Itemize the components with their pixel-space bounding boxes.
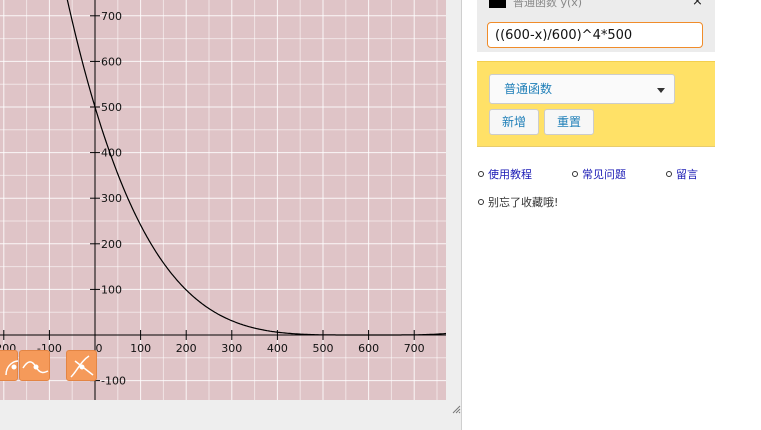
message-link-label: 留言 [676,168,698,181]
y-tick-label: 600 [101,55,122,68]
y-tick-label: -100 [101,375,126,388]
bookmark-reminder-text: 别忘了收藏哦! [488,196,559,209]
bullet-icon [478,199,484,205]
x-tick-label: 200 [176,342,197,355]
reset-button[interactable]: 重置 [544,109,594,135]
x-tick-label: 400 [267,342,288,355]
add-button[interactable]: 新增 [489,109,539,135]
close-icon[interactable]: × [692,0,703,9]
y-tick-label: 200 [101,238,122,251]
function-options: 普通函数 新增 重置 [477,61,715,147]
x-tick-label: 500 [313,342,334,355]
function-type-label: 普通函数 [504,82,553,96]
curve-point-tool-button[interactable] [19,350,50,381]
bullet-icon [666,171,672,177]
function-title: 普通函数 y(x) [513,0,583,9]
function-expression-input[interactable] [487,22,703,48]
faq-link[interactable]: 常见问题 [572,168,626,182]
y-tick-label: 500 [101,101,122,114]
faq-link-label: 常见问题 [582,168,626,181]
axes [0,0,446,400]
x-axis-ticks: -200-1000100200300400500600700 [0,330,425,355]
curve-point-tool-icon [22,361,49,374]
function-color-swatch[interactable] [489,0,506,8]
function-panel: 普通函数 y(x) × 普通函数 新增 重置 [477,0,715,147]
y-tick-label: 300 [101,192,122,205]
grid-lines [0,0,446,400]
x-tick-label: 700 [404,342,425,355]
x-tick-label: 600 [358,342,379,355]
function-header: 普通函数 y(x) × [477,0,715,52]
x-tick-label: 300 [221,342,242,355]
graph-canvas[interactable]: -200-1000100200300400500600700 700600500… [0,0,446,400]
message-link[interactable]: 留言 [666,168,698,182]
bezier-tool-button[interactable] [0,350,19,381]
y-tick-label: 700 [101,10,122,23]
y-tick-label: 100 [101,283,122,296]
tutorial-link[interactable]: 使用教程 [478,168,532,182]
tangent-tool-button[interactable] [66,350,97,381]
x-tick-label: 100 [130,342,151,355]
bezier-tool-icon [5,360,19,376]
bullet-icon [572,171,578,177]
function-type-select[interactable]: 普通函数 [489,74,675,104]
resize-grip-icon[interactable] [452,405,461,414]
graph-svg: -200-1000100200300400500600700 700600500… [0,0,446,400]
tutorial-link-label: 使用教程 [488,168,532,181]
tangent-tool-icon [70,355,94,378]
bullet-icon [478,171,484,177]
chevron-down-icon [657,88,665,93]
bookmark-reminder: 别忘了收藏哦! [478,196,558,210]
graph-area: -200-1000100200300400500600700 700600500… [0,0,462,430]
app-root: -200-1000100200300400500600700 700600500… [0,0,761,430]
